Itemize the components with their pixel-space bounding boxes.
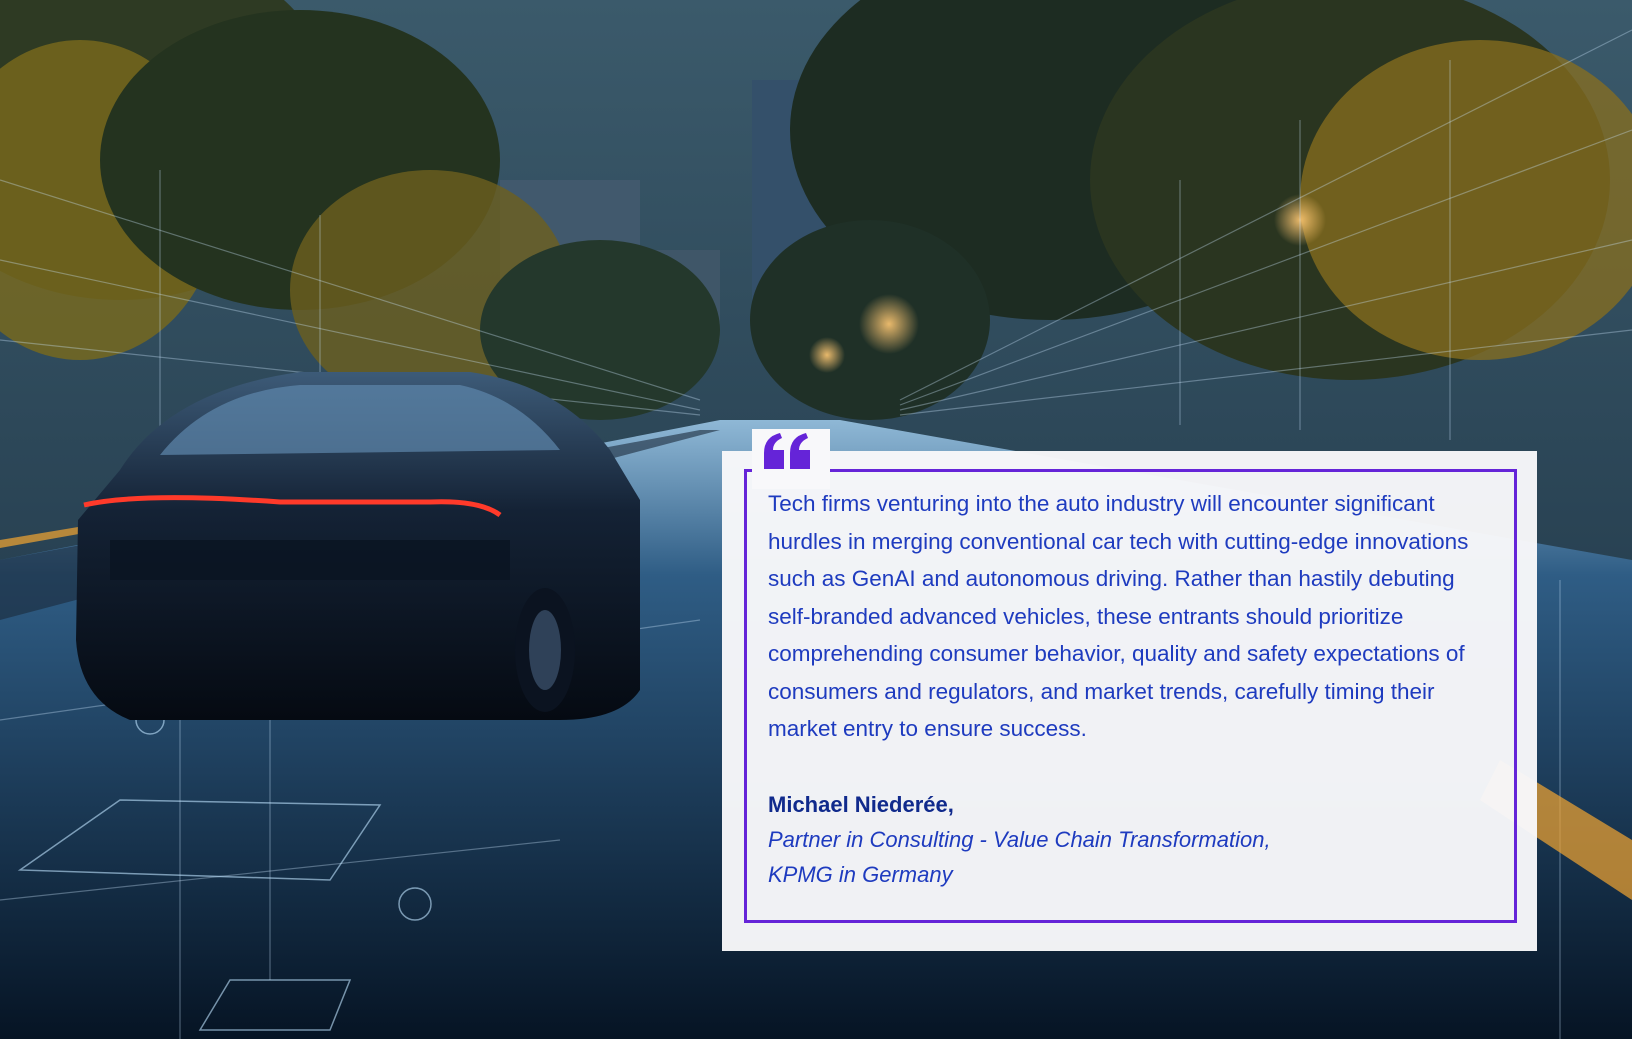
quote-card: Tech firms venturing into the auto indus… [722,429,1537,951]
quote-mark-icon [752,429,830,489]
quote-author-company: KPMG in Germany [768,862,953,887]
hero-scene: Tech firms venturing into the auto indus… [0,0,1632,1039]
quote-author-role: Partner in Consulting - Value Chain Tran… [768,827,1271,852]
quote-text: Tech firms venturing into the auto indus… [768,491,1469,741]
quote-author: Michael Niederée, [768,792,954,817]
